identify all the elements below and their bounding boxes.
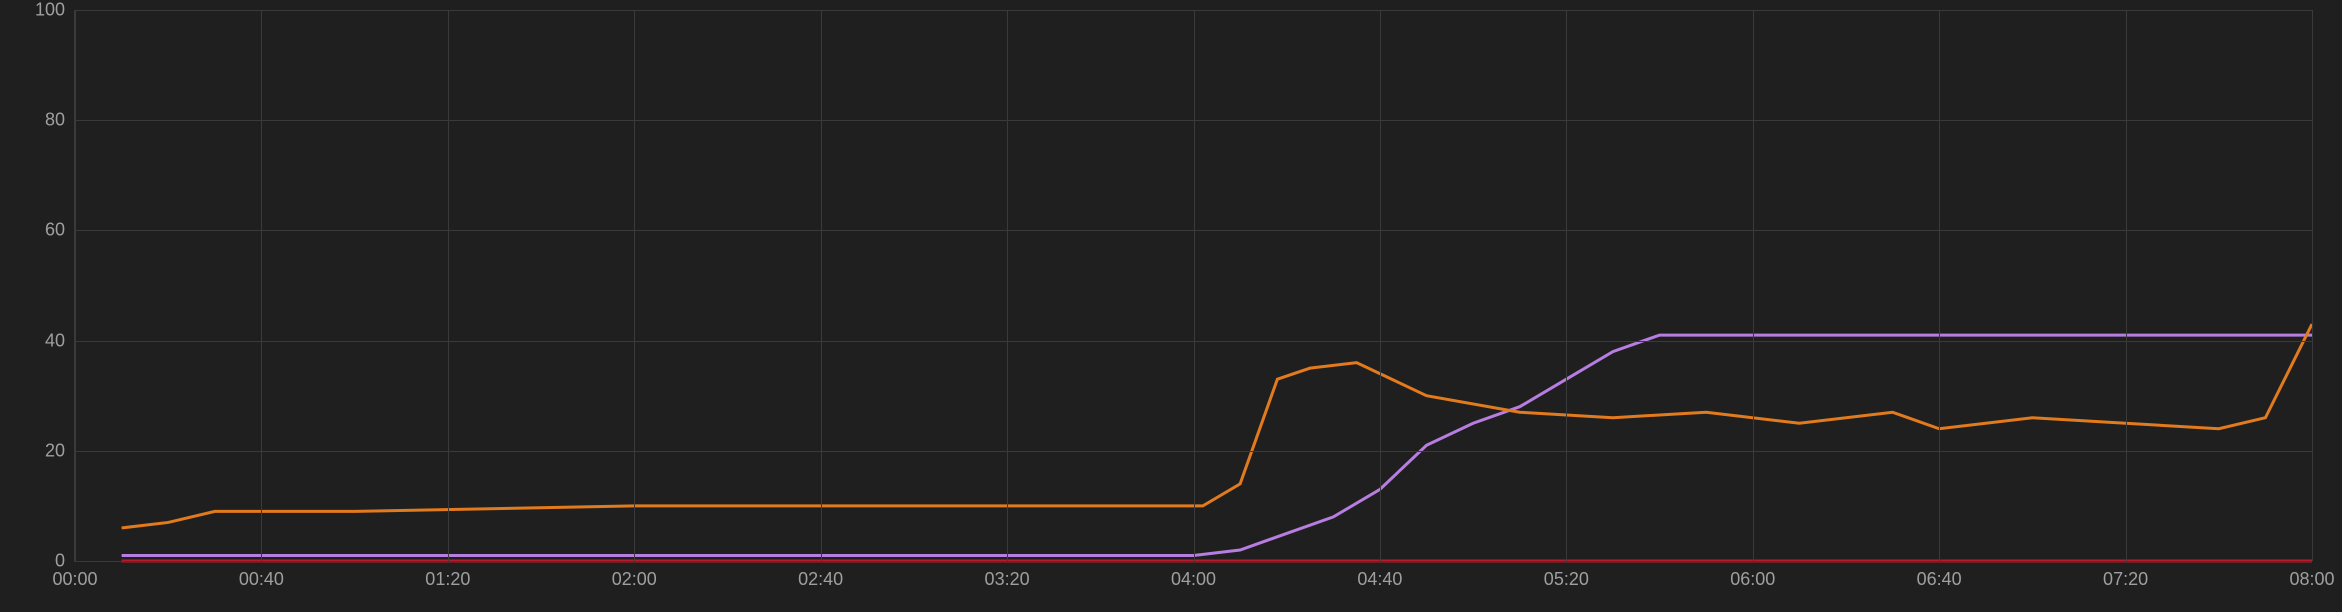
grid-line-vertical xyxy=(261,10,262,561)
grid-line-vertical xyxy=(2312,10,2313,561)
y-axis-tick-label: 60 xyxy=(45,220,65,241)
grid-line-vertical xyxy=(1939,10,1940,561)
x-axis-tick-label: 01:20 xyxy=(425,569,470,590)
grid-line-vertical xyxy=(1566,10,1567,561)
grid-line-vertical xyxy=(75,10,76,561)
y-axis-tick-label: 100 xyxy=(35,0,65,21)
grid-line-vertical xyxy=(2126,10,2127,561)
x-axis-tick-label: 03:20 xyxy=(985,569,1030,590)
y-axis-tick-label: 80 xyxy=(45,110,65,131)
y-axis-tick-label: 20 xyxy=(45,440,65,461)
x-axis-tick-label: 02:40 xyxy=(798,569,843,590)
grid-line-vertical xyxy=(1007,10,1008,561)
plot-area: 02040608010000:0000:4001:2002:0002:4003:… xyxy=(74,10,2312,562)
x-axis-tick-label: 02:00 xyxy=(612,569,657,590)
x-axis-tick-label: 06:00 xyxy=(1730,569,1775,590)
grid-line-vertical xyxy=(1753,10,1754,561)
x-axis-tick-label: 05:20 xyxy=(1544,569,1589,590)
x-axis-tick-label: 06:40 xyxy=(1917,569,1962,590)
x-axis-tick-label: 00:40 xyxy=(239,569,284,590)
grid-line-vertical xyxy=(634,10,635,561)
grid-line-vertical xyxy=(821,10,822,561)
time-series-chart: 02040608010000:0000:4001:2002:0002:4003:… xyxy=(0,0,2342,612)
series-line-purple xyxy=(122,335,2312,555)
x-axis-tick-label: 00:00 xyxy=(52,569,97,590)
grid-line-vertical xyxy=(1380,10,1381,561)
grid-line-vertical xyxy=(1194,10,1195,561)
x-axis-tick-label: 07:20 xyxy=(2103,569,2148,590)
x-axis-tick-label: 04:40 xyxy=(1357,569,1402,590)
series-line-orange xyxy=(122,324,2312,528)
grid-line-vertical xyxy=(448,10,449,561)
x-axis-tick-label: 04:00 xyxy=(1171,569,1216,590)
x-axis-tick-label: 08:00 xyxy=(2289,569,2334,590)
y-axis-tick-label: 40 xyxy=(45,330,65,351)
grid-line-horizontal xyxy=(75,561,2312,562)
